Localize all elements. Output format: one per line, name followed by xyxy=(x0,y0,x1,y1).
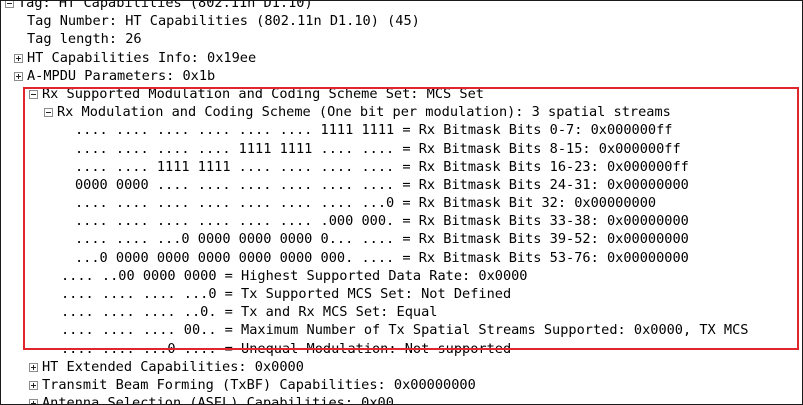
tree-row-rx-bitmask-0-7[interactable]: .... .... .... .... .... .... 1111 1111 … xyxy=(1,121,802,139)
tree-row-ht-extended-capabilities[interactable]: HT Extended Capabilities: 0x0000 xyxy=(1,358,802,376)
tree-row-label: .... .... ...0 .... = Unequal Modulation… xyxy=(61,340,512,357)
tree-row-asel-capabilities[interactable]: Antenna Selection (ASEL) Capabilities: 0… xyxy=(1,394,802,405)
tree-row-label: A-MPDU Parameters: 0x1b xyxy=(27,67,216,84)
tree-row-label: ...0 0000 0000 0000 0000 0000 000. .... … xyxy=(75,249,689,266)
expand-icon[interactable] xyxy=(29,380,38,390)
tree-row-label: Tag: HT Capabilities (802.11n D1.10) xyxy=(18,0,313,11)
tree-row-label: .... .... .... .... 1111 1111 .... .... … xyxy=(75,140,681,157)
collapse-icon[interactable] xyxy=(29,89,38,99)
tree-row-label: Tag Number: HT Capabilities (802.11n D1.… xyxy=(27,13,420,30)
tree-row-label: HT Capabilities Info: 0x19ee xyxy=(27,49,257,66)
expand-icon[interactable] xyxy=(29,399,38,404)
tree-row-rx-bitmask-39-52[interactable]: .... .... ...0 0000 0000 0000 0... .... … xyxy=(1,230,802,248)
tree-row-label: .... .... .... ...0 = Tx Supported MCS S… xyxy=(61,286,512,302)
tree-row-unequal-modulation[interactable]: .... .... ...0 .... = Unequal Modulation… xyxy=(1,340,802,358)
protocol-tree: Tag: HT Capabilities (802.11n D1.10) Tag… xyxy=(1,0,802,405)
tree-row-ht-capabilities-tag[interactable]: Tag: HT Capabilities (802.11n D1.10) xyxy=(1,0,802,12)
tree-row-label: .... .... .... ..0. = Tx and Rx MCS Set:… xyxy=(61,304,438,321)
tree-row-label: HT Extended Capabilities: 0x0000 xyxy=(42,358,304,375)
tree-row-rx-bitmask-32[interactable]: .... .... .... .... .... .... .... ...0 … xyxy=(1,194,802,212)
tree-row-rx-bitmask-53-76[interactable]: ...0 0000 0000 0000 0000 0000 000. .... … xyxy=(1,249,802,267)
tree-row-tx-supported-mcs-set[interactable]: .... .... .... ...0 = Tx Supported MCS S… xyxy=(1,285,802,303)
tree-row-label: .... .... .... .... .... .... .... ...0 … xyxy=(75,195,657,212)
tree-row-rx-bitmask-16-23[interactable]: .... .... 1111 1111 .... .... .... .... … xyxy=(1,158,802,176)
expand-icon[interactable] xyxy=(29,362,38,372)
expand-icon[interactable] xyxy=(14,53,23,63)
tree-row-label: Transmit Beam Forming (TxBF) Capabilitie… xyxy=(42,376,476,393)
tree-row-label: .... .... .... 00.. = Maximum Number of … xyxy=(61,322,749,339)
tree-row-tx-rx-mcs-set[interactable]: .... .... .... ..0. = Tx and Rx MCS Set:… xyxy=(1,303,802,321)
tree-row-label: .... .... .... .... .... .... .000 000. … xyxy=(75,213,689,230)
tree-row-max-tx-spatial-streams[interactable]: .... .... .... 00.. = Maximum Number of … xyxy=(1,321,802,339)
tree-row-tag-number[interactable]: Tag Number: HT Capabilities (802.11n D1.… xyxy=(1,12,802,30)
tree-row-label: .... .... ...0 0000 0000 0000 0... .... … xyxy=(75,231,689,248)
tree-row-label: Tag length: 26 xyxy=(27,31,142,48)
tree-row-rx-bitmask-33-38[interactable]: .... .... .... .... .... .... .000 000. … xyxy=(1,212,802,230)
tree-row-rx-mcs-set[interactable]: Rx Supported Modulation and Coding Schem… xyxy=(1,85,802,103)
collapse-icon[interactable] xyxy=(5,1,14,8)
tree-row-label: .... .... 1111 1111 .... .... .... .... … xyxy=(75,158,689,175)
tree-row-rx-bitmask-8-15[interactable]: .... .... .... .... 1111 1111 .... .... … xyxy=(1,140,802,158)
tree-row-label: .... ..00 0000 0000 = Highest Supported … xyxy=(61,267,528,284)
tree-row-label: 0000 0000 .... .... .... .... .... .... … xyxy=(75,176,689,193)
tree-row-highest-supported-data-rate[interactable]: .... ..00 0000 0000 = Highest Supported … xyxy=(1,267,802,285)
tree-row-rx-bitmask-24-31[interactable]: 0000 0000 .... .... .... .... .... .... … xyxy=(1,176,802,194)
tree-row-txbf-capabilities[interactable]: Transmit Beam Forming (TxBF) Capabilitie… xyxy=(1,376,802,394)
tree-row-label: Rx Modulation and Coding Scheme (One bit… xyxy=(57,104,671,121)
packet-details-pane: Tag: HT Capabilities (802.11n D1.10) Tag… xyxy=(0,0,803,405)
tree-row-ampdu-parameters[interactable]: A-MPDU Parameters: 0x1b xyxy=(1,67,802,85)
tree-row-tag-length[interactable]: Tag length: 26 xyxy=(1,30,802,48)
tree-row-label: .... .... .... .... .... .... 1111 1111 … xyxy=(75,122,673,139)
tree-row-rx-modulation-coding-scheme[interactable]: Rx Modulation and Coding Scheme (One bit… xyxy=(1,103,802,121)
tree-row-label: Rx Supported Modulation and Coding Schem… xyxy=(42,85,484,102)
tree-row-label: Antenna Selection (ASEL) Capabilities: 0… xyxy=(42,395,394,405)
tree-row-ht-capabilities-info[interactable]: HT Capabilities Info: 0x19ee xyxy=(1,49,802,67)
collapse-icon[interactable] xyxy=(44,108,53,118)
expand-icon[interactable] xyxy=(14,71,23,81)
